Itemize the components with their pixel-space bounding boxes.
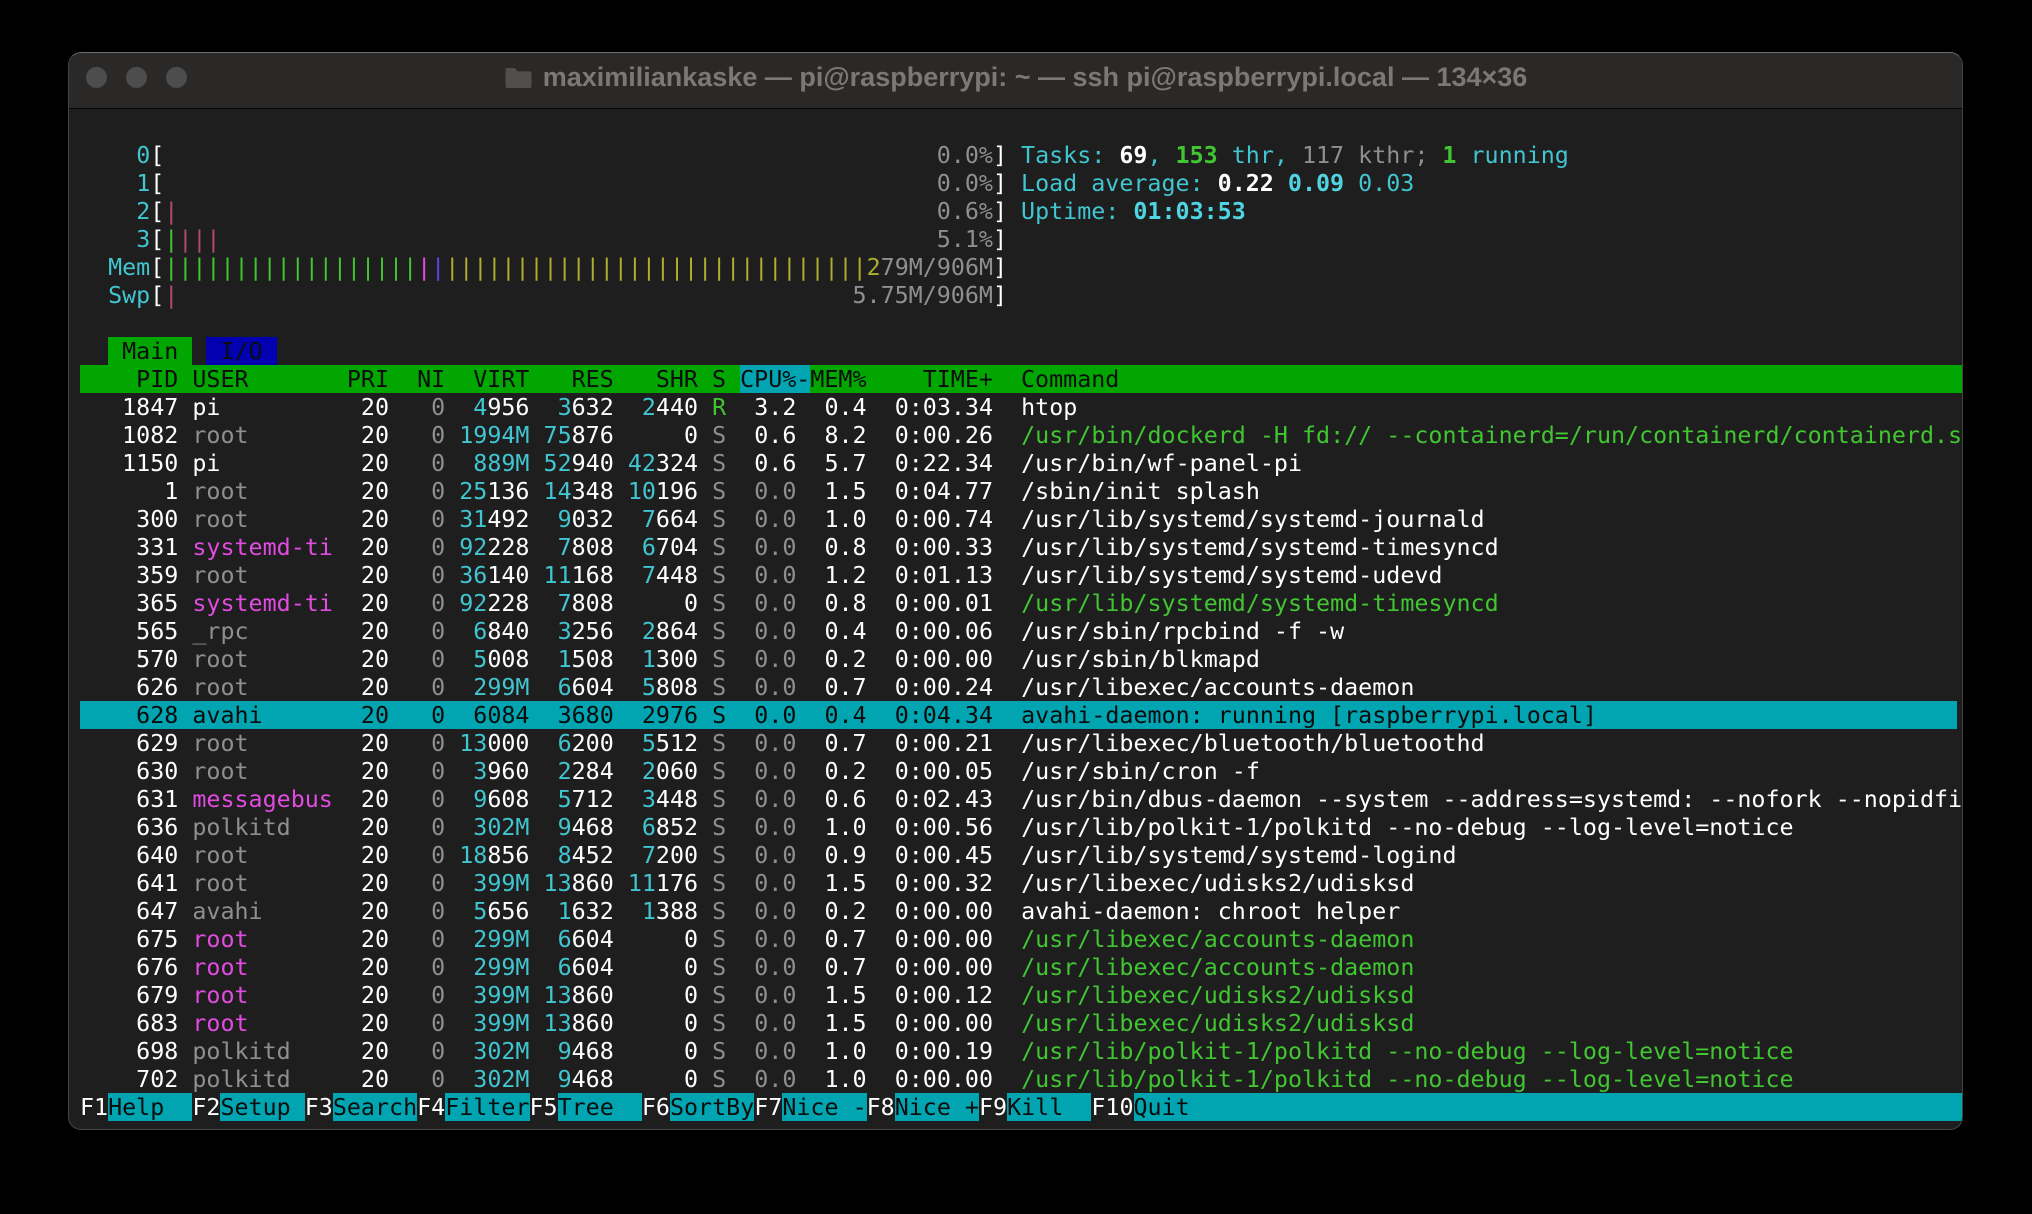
process-row-683[interactable]: 683 root 20 0 399M 13860 0 S 0.0 1.5 0:0… bbox=[80, 1009, 1957, 1037]
process-row-1847[interactable]: 1847 pi 20 0 4956 3632 2440 R 3.2 0.4 0:… bbox=[80, 393, 1957, 421]
process-row-628[interactable]: 628 avahi 20 0 6084 3680 2976 S 0.0 0.4 … bbox=[80, 701, 1957, 729]
htop-screen: 0[ 0.0%] Tasks: 69, 153 thr, 117 kthr; 1… bbox=[80, 113, 1957, 1122]
close-button[interactable] bbox=[86, 67, 107, 88]
minimize-button[interactable] bbox=[126, 67, 147, 88]
process-row-630[interactable]: 630 root 20 0 3960 2284 2060 S 0.0 0.2 0… bbox=[80, 757, 1957, 785]
titlebar[interactable]: maximiliankaske — pi@raspberrypi: ~ — ss… bbox=[69, 53, 1962, 109]
screen-tabs[interactable]: Main I/O bbox=[80, 337, 1957, 365]
terminal-window: maximiliankaske — pi@raspberrypi: ~ — ss… bbox=[68, 52, 1963, 1130]
process-row-359[interactable]: 359 root 20 0 36140 11168 7448 S 0.0 1.2… bbox=[80, 561, 1957, 589]
process-row-702[interactable]: 702 polkitd 20 0 302M 9468 0 S 0.0 1.0 0… bbox=[80, 1065, 1957, 1093]
mem-meter: Mem[||||||||||||||||||||||||||||||||||||… bbox=[80, 253, 1957, 281]
table-header[interactable]: PID USER PRI NI VIRT RES SHR S CPU%-MEM%… bbox=[80, 365, 1957, 393]
process-row-647[interactable]: 647 avahi 20 0 5656 1632 1388 S 0.0 0.2 … bbox=[80, 897, 1957, 925]
window-title: maximiliankaske — pi@raspberrypi: ~ — ss… bbox=[543, 62, 1528, 93]
process-row-629[interactable]: 629 root 20 0 13000 6200 5512 S 0.0 0.7 … bbox=[80, 729, 1957, 757]
process-row-679[interactable]: 679 root 20 0 399M 13860 0 S 0.0 1.5 0:0… bbox=[80, 981, 1957, 1009]
process-row-565[interactable]: 565 _rpc 20 0 6840 3256 2864 S 0.0 0.4 0… bbox=[80, 617, 1957, 645]
process-row-641[interactable]: 641 root 20 0 399M 13860 11176 S 0.0 1.5… bbox=[80, 869, 1957, 897]
process-row-676[interactable]: 676 root 20 0 299M 6604 0 S 0.0 0.7 0:00… bbox=[80, 953, 1957, 981]
swp-meter: Swp[| 5.75M/906M] bbox=[80, 281, 1957, 309]
process-row-636[interactable]: 636 polkitd 20 0 302M 9468 6852 S 0.0 1.… bbox=[80, 813, 1957, 841]
cpu-meter-1: 1[ 0.0%] Load average: 0.22 0.09 0.03 bbox=[80, 169, 1957, 197]
blank-top bbox=[80, 113, 1957, 141]
traffic-lights bbox=[86, 52, 187, 105]
process-row-1082[interactable]: 1082 root 20 0 1994M 75876 0 S 0.6 8.2 0… bbox=[80, 421, 1957, 449]
process-row-300[interactable]: 300 root 20 0 31492 9032 7664 S 0.0 1.0 … bbox=[80, 505, 1957, 533]
process-row-1[interactable]: 1 root 20 0 25136 14348 10196 S 0.0 1.5 … bbox=[80, 477, 1957, 505]
process-row-631[interactable]: 631 messagebus 20 0 9608 5712 3448 S 0.0… bbox=[80, 785, 1957, 813]
function-key-bar[interactable]: F1Help F2Setup F3SearchF4FilterF5Tree F6… bbox=[80, 1093, 1957, 1121]
desktop: maximiliankaske — pi@raspberrypi: ~ — ss… bbox=[0, 0, 2032, 1214]
process-row-698[interactable]: 698 polkitd 20 0 302M 9468 0 S 0.0 1.0 0… bbox=[80, 1037, 1957, 1065]
cpu-meter-2: 2[| 0.6%] Uptime: 01:03:53 bbox=[80, 197, 1957, 225]
process-row-1150[interactable]: 1150 pi 20 0 889M 52940 42324 S 0.6 5.7 … bbox=[80, 449, 1957, 477]
process-row-365[interactable]: 365 systemd-ti 20 0 92228 7808 0 S 0.0 0… bbox=[80, 589, 1957, 617]
blank-mid bbox=[80, 309, 1957, 337]
process-row-675[interactable]: 675 root 20 0 299M 6604 0 S 0.0 0.7 0:00… bbox=[80, 925, 1957, 953]
folder-icon bbox=[504, 66, 533, 90]
cpu-meter-0: 0[ 0.0%] Tasks: 69, 153 thr, 117 kthr; 1… bbox=[80, 141, 1957, 169]
process-row-640[interactable]: 640 root 20 0 18856 8452 7200 S 0.0 0.9 … bbox=[80, 841, 1957, 869]
process-row-626[interactable]: 626 root 20 0 299M 6604 5808 S 0.0 0.7 0… bbox=[80, 673, 1957, 701]
title-wrap: maximiliankaske — pi@raspberrypi: ~ — ss… bbox=[504, 62, 1528, 93]
process-row-570[interactable]: 570 root 20 0 5008 1508 1300 S 0.0 0.2 0… bbox=[80, 645, 1957, 673]
process-row-331[interactable]: 331 systemd-ti 20 0 92228 7808 6704 S 0.… bbox=[80, 533, 1957, 561]
zoom-button[interactable] bbox=[166, 67, 187, 88]
cpu-meter-3: 3[|||| 5.1%] bbox=[80, 225, 1957, 253]
